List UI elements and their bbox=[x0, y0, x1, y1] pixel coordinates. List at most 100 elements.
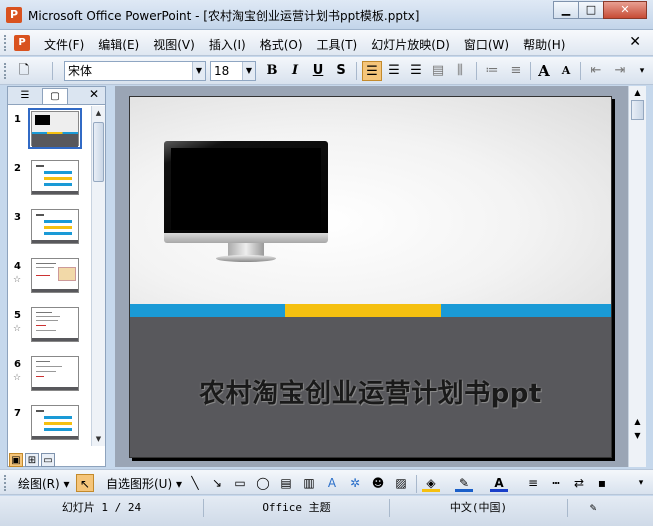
window-title: Microsoft Office PowerPoint - [农村淘宝创业运营计… bbox=[28, 9, 420, 23]
rectangle-tool-icon[interactable]: ▭ bbox=[231, 474, 249, 492]
menu-slideshow[interactable]: 幻灯片放映(D) bbox=[371, 36, 450, 53]
italic-button[interactable]: I bbox=[285, 61, 305, 81]
slide-thumbnail[interactable] bbox=[31, 405, 79, 440]
grow-font-button[interactable]: A bbox=[534, 61, 554, 81]
scroll-up-icon[interactable]: ▲ bbox=[631, 88, 644, 100]
new-document-icon[interactable]: 🗋 bbox=[14, 61, 34, 81]
thumbnail-scrollbar[interactable]: ▲ ▼ bbox=[91, 106, 105, 446]
slide-thumbnail-row[interactable]: 4 ☆ bbox=[8, 253, 90, 302]
outline-tab-icon[interactable]: ☰ bbox=[12, 88, 38, 104]
toolbar-options-icon[interactable]: ▾ bbox=[632, 61, 652, 81]
maximize-button[interactable]: □ bbox=[578, 1, 604, 19]
font-color-icon[interactable]: A bbox=[490, 474, 508, 492]
align-center-icon[interactable]: ☰ bbox=[384, 61, 404, 81]
current-slide[interactable]: 农村淘宝创业运营计划书ppt bbox=[129, 96, 612, 458]
close-button[interactable]: ✕ bbox=[603, 1, 647, 19]
slide-thumbnail[interactable] bbox=[31, 209, 79, 244]
vertical-text-icon[interactable]: ⫼ bbox=[450, 61, 470, 81]
pane-close-button[interactable]: ✕ bbox=[89, 87, 99, 101]
vertical-textbox-icon[interactable]: ▥ bbox=[300, 474, 318, 492]
slides-tab-icon[interactable]: ▢ bbox=[42, 88, 68, 104]
minimize-button[interactable]: ▁ bbox=[553, 1, 579, 19]
document-icon[interactable]: P bbox=[14, 35, 30, 51]
slide-number: 6 bbox=[14, 359, 21, 370]
line-color-icon[interactable]: ✎ bbox=[455, 474, 473, 492]
slide-number: 7 bbox=[14, 408, 21, 419]
scroll-up-icon[interactable]: ▲ bbox=[93, 107, 104, 119]
align-right-icon[interactable]: ☰ bbox=[406, 61, 426, 81]
monitor-image[interactable] bbox=[164, 141, 328, 262]
oval-tool-icon[interactable]: ◯ bbox=[254, 474, 272, 492]
chevron-down-icon[interactable]: ▼ bbox=[192, 62, 205, 80]
slide-thumbnail-row[interactable]: 7 bbox=[8, 400, 90, 446]
increase-indent-icon[interactable]: ⇥ bbox=[610, 61, 630, 81]
bold-button[interactable]: B bbox=[262, 61, 282, 81]
menu-window[interactable]: 窗口(W) bbox=[464, 36, 509, 53]
textbox-tool-icon[interactable]: ▤ bbox=[277, 474, 295, 492]
slide-thumbnail[interactable] bbox=[31, 356, 79, 391]
next-slide-icon[interactable]: ▼ bbox=[631, 430, 644, 442]
slide-thumbnail-row[interactable]: 5 ☆ bbox=[8, 302, 90, 351]
scroll-thumb[interactable] bbox=[93, 122, 104, 182]
shadow-style-icon[interactable]: ▪ bbox=[593, 474, 611, 492]
toolbar-grip[interactable] bbox=[4, 63, 7, 79]
line-style-icon[interactable]: ≡ bbox=[524, 474, 542, 492]
view-buttons: ▣ ⊞ ▭ bbox=[7, 453, 106, 469]
dash-style-icon[interactable]: ┅ bbox=[547, 474, 565, 492]
scroll-down-icon[interactable]: ▼ bbox=[93, 433, 104, 445]
shadow-button[interactable]: S bbox=[331, 61, 351, 81]
bullet-list-icon[interactable]: ≡ bbox=[506, 61, 526, 81]
menu-format[interactable]: 格式(O) bbox=[260, 36, 303, 53]
menu-view[interactable]: 视图(V) bbox=[153, 36, 195, 53]
menu-edit[interactable]: 编辑(E) bbox=[98, 36, 139, 53]
draw-menu-button[interactable]: 绘图(R) ▾ bbox=[18, 475, 70, 492]
font-size-select[interactable]: 18 ▼ bbox=[210, 61, 256, 81]
autoshapes-label: 自选图形(U) bbox=[106, 477, 173, 491]
decrease-indent-icon[interactable]: ⇤ bbox=[586, 61, 606, 81]
arrow-tool-icon[interactable]: ↘ bbox=[208, 474, 226, 492]
slide-title[interactable]: 农村淘宝创业运营计划书ppt bbox=[130, 373, 611, 410]
menu-tools[interactable]: 工具(T) bbox=[317, 36, 358, 53]
chevron-down-icon[interactable]: ▼ bbox=[242, 62, 255, 80]
normal-view-icon[interactable]: ▣ bbox=[9, 453, 23, 467]
slide-thumbnail-row[interactable]: 3 bbox=[8, 204, 90, 253]
toolbar-options-icon[interactable]: ▾ bbox=[632, 474, 650, 492]
scroll-thumb[interactable] bbox=[631, 100, 644, 120]
slide-thumbnail[interactable] bbox=[31, 258, 79, 293]
slide-thumbnail[interactable] bbox=[31, 307, 79, 342]
menu-insert[interactable]: 插入(I) bbox=[209, 36, 246, 53]
slideshow-view-icon[interactable]: ▭ bbox=[41, 453, 55, 467]
numbered-list-icon[interactable]: ≔ bbox=[482, 61, 502, 81]
slide-sorter-icon[interactable]: ⊞ bbox=[25, 453, 39, 467]
autoshapes-menu-button[interactable]: 自选图形(U) ▾ bbox=[106, 475, 182, 492]
select-pointer-icon[interactable]: ↖ bbox=[76, 474, 94, 492]
document-close-button[interactable]: ✕ bbox=[629, 34, 641, 50]
toolbar-grip[interactable] bbox=[4, 475, 7, 491]
slide-count-status: 幻灯片 1 / 24 bbox=[0, 499, 204, 517]
toolbar-grip[interactable] bbox=[4, 35, 7, 51]
slide-thumbnail-row[interactable]: 1 bbox=[8, 106, 90, 155]
slide-thumbnail-row[interactable]: 2 bbox=[8, 155, 90, 204]
slide-thumbnail[interactable] bbox=[28, 108, 82, 149]
clipart-icon[interactable]: ☻ bbox=[369, 474, 387, 492]
font-size-value: 18 bbox=[214, 64, 230, 78]
font-name-select[interactable]: 宋体 ▼ bbox=[64, 61, 206, 81]
picture-icon[interactable]: ▨ bbox=[392, 474, 410, 492]
distribute-icon[interactable]: ▤ bbox=[428, 61, 448, 81]
arrow-style-icon[interactable]: ⇄ bbox=[570, 474, 588, 492]
menu-help[interactable]: 帮助(H) bbox=[523, 36, 565, 53]
wordart-icon[interactable]: A bbox=[323, 474, 341, 492]
shrink-font-button[interactable]: A bbox=[556, 61, 576, 81]
align-left-icon[interactable]: ☰ bbox=[362, 61, 382, 81]
diagram-icon[interactable]: ✲ bbox=[346, 474, 364, 492]
toolbar-separator bbox=[52, 62, 53, 80]
slide-thumbnail[interactable] bbox=[31, 160, 79, 195]
previous-slide-icon[interactable]: ▲ bbox=[631, 416, 644, 428]
slide-thumbnail-row[interactable]: 6 ☆ bbox=[8, 351, 90, 400]
spellcheck-icon[interactable]: ✎ bbox=[568, 499, 618, 517]
slide-scrollbar[interactable]: ▲ ▲ ▼ bbox=[628, 86, 646, 467]
fill-color-icon[interactable]: ◈ bbox=[422, 474, 440, 492]
underline-button[interactable]: U bbox=[308, 61, 328, 81]
menu-file[interactable]: 文件(F) bbox=[44, 36, 84, 53]
line-tool-icon[interactable]: ╲ bbox=[186, 474, 204, 492]
